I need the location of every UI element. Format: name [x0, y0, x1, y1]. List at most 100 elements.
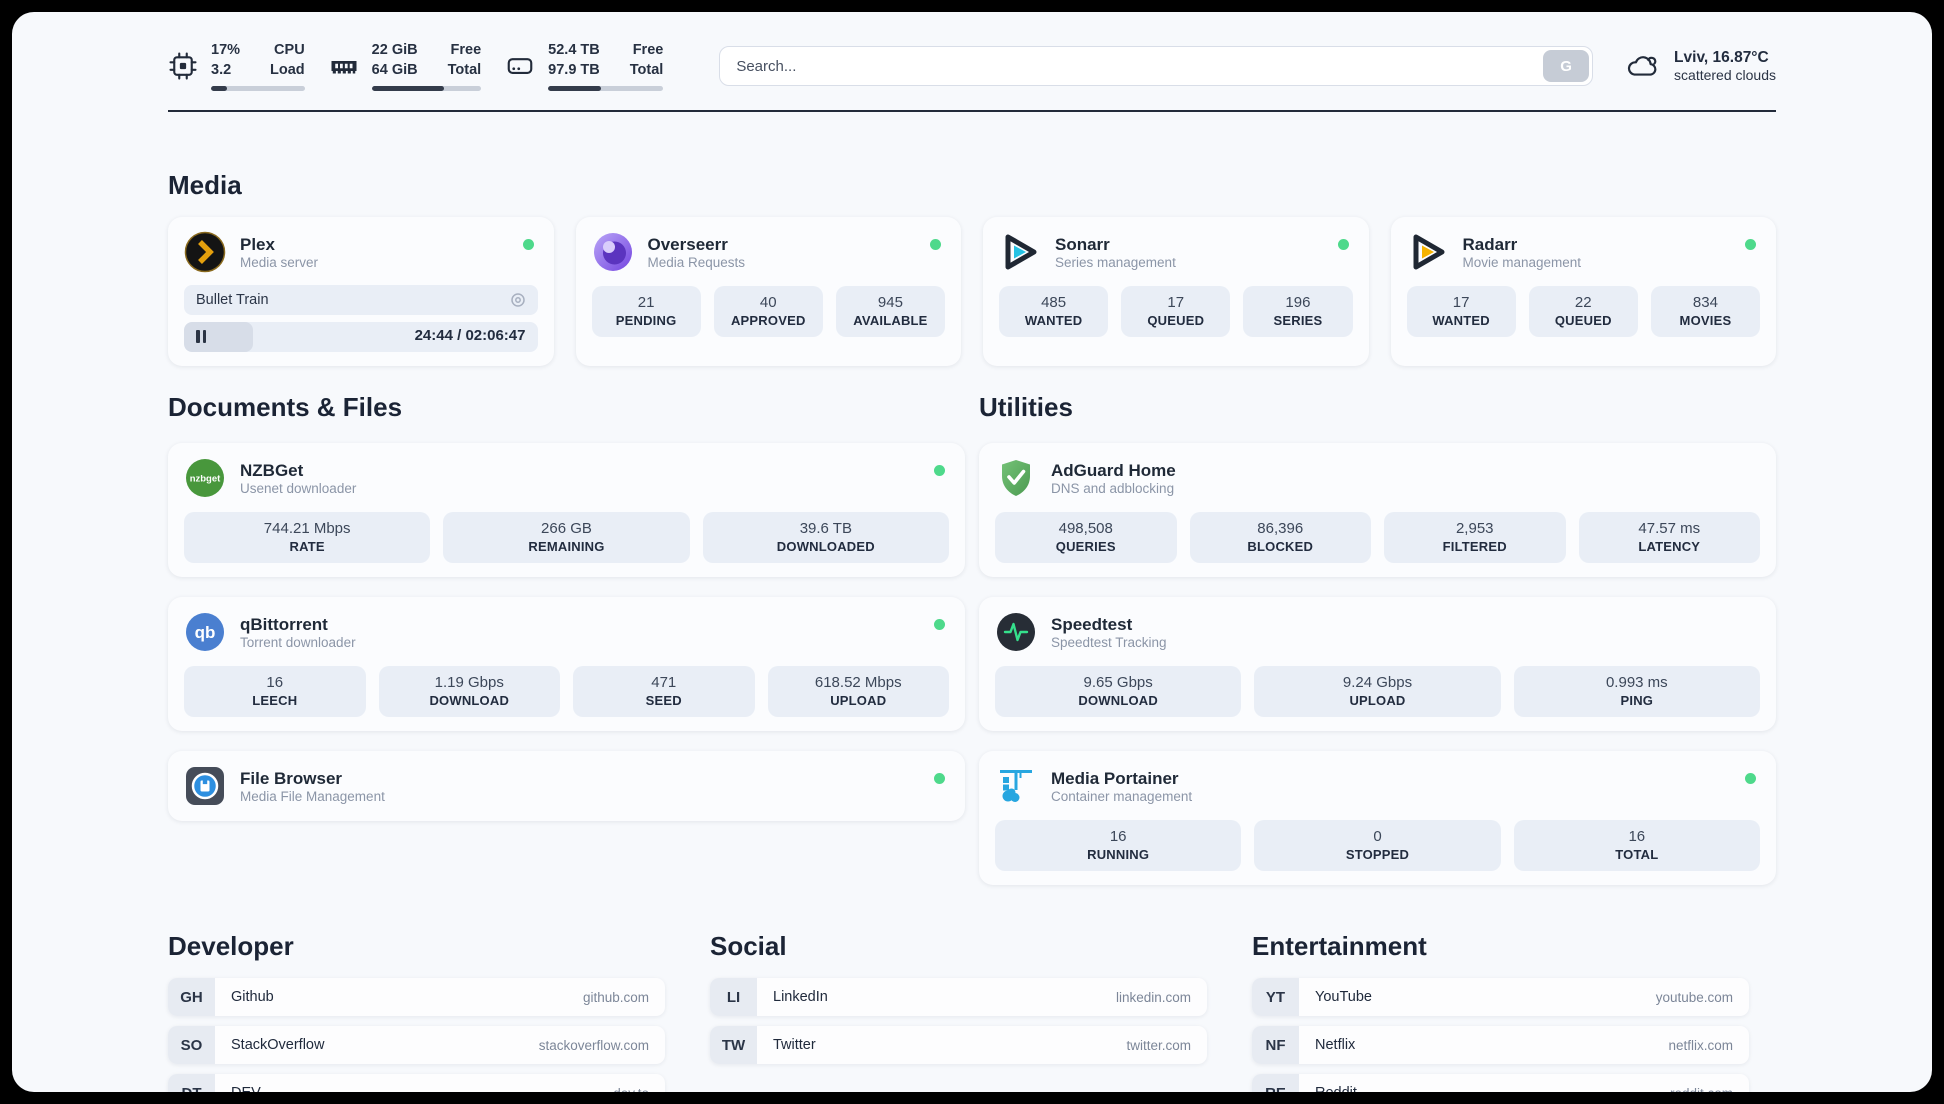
radarr-titles: Radarr Movie management [1463, 234, 1582, 270]
stat-wanted: 485 WANTED [999, 286, 1109, 337]
search-engine-button[interactable]: G [1543, 50, 1590, 82]
stat-label: BLOCKED [1247, 539, 1314, 554]
link-dev[interactable]: DT DEV dev.to [168, 1074, 665, 1092]
link-abbr: LI [710, 978, 757, 1016]
stat-series: 196 SERIES [1243, 286, 1353, 337]
status-dot [934, 773, 945, 784]
stat-upload: 618.52 Mbps UPLOAD [767, 666, 949, 717]
overseerr-app-link[interactable]: Overseerr Media Requests [592, 231, 946, 273]
app-subtitle: Series management [1055, 255, 1176, 271]
link-url: dev.to [613, 1086, 649, 1093]
stat-rate: 744.21 Mbps RATE [184, 512, 431, 563]
app-card-sonarr: Sonarr Series management 485 WANTED 17 Q… [983, 217, 1369, 366]
app-card-filebrowser: File Browser Media File Management [168, 751, 965, 821]
qbittorrent-titles: qBittorrent Torrent downloader [240, 614, 356, 650]
app-subtitle: Usenet downloader [240, 481, 357, 497]
stat-queued: 22 QUEUED [1528, 286, 1638, 337]
radarr-stats: 17 WANTED 22 QUEUED 834 MOVIES [1406, 286, 1761, 337]
link-url: twitter.com [1126, 1037, 1191, 1053]
radarr-app-link[interactable]: Radarr Movie management [1407, 231, 1761, 273]
stat-value: 945 [877, 294, 903, 311]
stat-value: 39.6 TB [799, 520, 852, 537]
memory-widget: 22 GiB 64 GiB Free Total [329, 41, 482, 92]
portainer-app-link[interactable]: Media Portainer Container management [995, 765, 1760, 807]
status-dot [1745, 773, 1756, 784]
app-subtitle: DNS and adblocking [1051, 481, 1175, 497]
sonarr-app-link[interactable]: Sonarr Series management [999, 231, 1353, 273]
filebrowser-icon [186, 767, 224, 805]
link-youtube[interactable]: YT YouTube youtube.com [1252, 978, 1749, 1016]
stat-total: 16 TOTAL [1513, 820, 1760, 871]
app-title: AdGuard Home [1051, 460, 1176, 480]
app-card-nzbget: nzbget NZBGet Usenet downloader 744.21 M… [168, 443, 965, 577]
app-subtitle: Media File Management [240, 789, 385, 805]
stat-download: 9.65 Gbps DOWNLOAD [995, 666, 1242, 717]
stat-label: WANTED [1432, 313, 1490, 328]
app-card-qbittorrent: qb qBittorrent Torrent downloader 16 LEE… [168, 597, 965, 731]
link-abbr: YT [1252, 978, 1299, 1016]
weather-location: Lviv, 16.87°C [1674, 49, 1769, 66]
status-dot [930, 239, 941, 250]
adguard-titles: AdGuard Home DNS and adblocking [1051, 460, 1176, 496]
now-playing-row: Bullet Train [184, 285, 538, 315]
stat-value: 0 [1373, 828, 1382, 845]
filebrowser-app-link[interactable]: File Browser Media File Management [184, 765, 949, 807]
link-stackoverflow[interactable]: SO StackOverflow stackoverflow.com [168, 1026, 665, 1064]
memory-values: 22 GiB 64 GiB [372, 41, 418, 80]
speedtest-titles: Speedtest Speedtest Tracking [1051, 614, 1167, 650]
stat-upload: 9.24 Gbps UPLOAD [1254, 666, 1501, 717]
link-url: github.com [582, 989, 649, 1005]
link-reddit[interactable]: RE Reddit reddit.com [1252, 1074, 1749, 1092]
app-title: Overseerr [647, 234, 728, 254]
cpu-load-value: 3.2 [211, 61, 232, 78]
stat-label: DOWNLOADED [776, 539, 875, 554]
link-github[interactable]: GH Github github.com [168, 978, 665, 1016]
storage-free-value: 52.4 TB [548, 41, 600, 58]
stat-remaining: 266 GB REMAINING [443, 512, 690, 563]
link-netflix[interactable]: NF Netflix netflix.com [1252, 1026, 1749, 1064]
app-card-adguard: AdGuard Home DNS and adblocking 498,508 … [979, 443, 1776, 577]
speedtest-app-link[interactable]: Speedtest Speedtest Tracking [995, 611, 1760, 653]
stat-download: 1.19 Gbps DOWNLOAD [378, 666, 560, 717]
top-header: 17% 3.2 CPU Load 22 GiB 64 GiB Free Tota… [168, 38, 1776, 94]
stat-value: 40 [759, 294, 777, 311]
app-title: Radarr [1462, 234, 1518, 254]
search-input[interactable] [719, 46, 1594, 86]
cpu-labels: CPU Load [270, 41, 305, 80]
qbittorrent-stats: 16 LEECH 1.19 Gbps DOWNLOAD 471 SEED 618… [184, 666, 949, 717]
link-twitter[interactable]: TW Twitter twitter.com [710, 1026, 1207, 1064]
portainer-icon [1000, 770, 1032, 802]
link-linkedin[interactable]: LI LinkedIn linkedin.com [710, 978, 1207, 1016]
stat-value: 744.21 Mbps [263, 520, 351, 537]
app-card-overseerr: Overseerr Media Requests 21 PENDING 40 A… [575, 217, 961, 366]
session-target-icon [510, 293, 525, 307]
pause-icon[interactable] [196, 330, 206, 343]
stat-label: PENDING [615, 313, 677, 328]
nzbget-stats: 744.21 Mbps RATE 266 GB REMAINING 39.6 T… [184, 512, 949, 563]
adguard-app-link[interactable]: AdGuard Home DNS and adblocking [995, 457, 1760, 499]
section-title-developer: Developer [168, 931, 294, 961]
link-url: youtube.com [1655, 989, 1733, 1005]
stat-available: 945 AVAILABLE [835, 286, 946, 337]
stat-downloaded: 39.6 TB DOWNLOADED [702, 512, 949, 563]
plex-app-link[interactable]: Plex Media server [184, 231, 538, 273]
qbittorrent-app-link[interactable]: qb qBittorrent Torrent downloader [184, 611, 949, 653]
app-subtitle: Container management [1051, 789, 1193, 805]
stat-queries: 498,508 QUERIES [995, 512, 1177, 563]
stat-seed: 471 SEED [573, 666, 755, 717]
stat-stopped: 0 STOPPED [1254, 820, 1501, 871]
stat-label: QUERIES [1055, 539, 1116, 554]
search-bar: G [719, 46, 1594, 86]
stat-latency: 47.57 ms LATENCY [1578, 512, 1760, 563]
stat-value: 1.19 Gbps [434, 674, 504, 691]
stat-label: DOWNLOAD [429, 693, 510, 708]
status-dot [1745, 239, 1756, 250]
speedtest-icon [997, 613, 1035, 651]
stat-value: 17 [1452, 294, 1470, 311]
memory-progressbar [371, 86, 482, 92]
playback-progressbar[interactable]: 24:44 / 02:06:47 [184, 322, 538, 352]
section-title-entertainment: Entertainment [1252, 931, 1427, 961]
nzbget-app-link[interactable]: nzbget NZBGet Usenet downloader [184, 457, 949, 499]
stat-value: 47.57 ms [1638, 520, 1701, 537]
stat-value: 86,396 [1257, 520, 1304, 537]
